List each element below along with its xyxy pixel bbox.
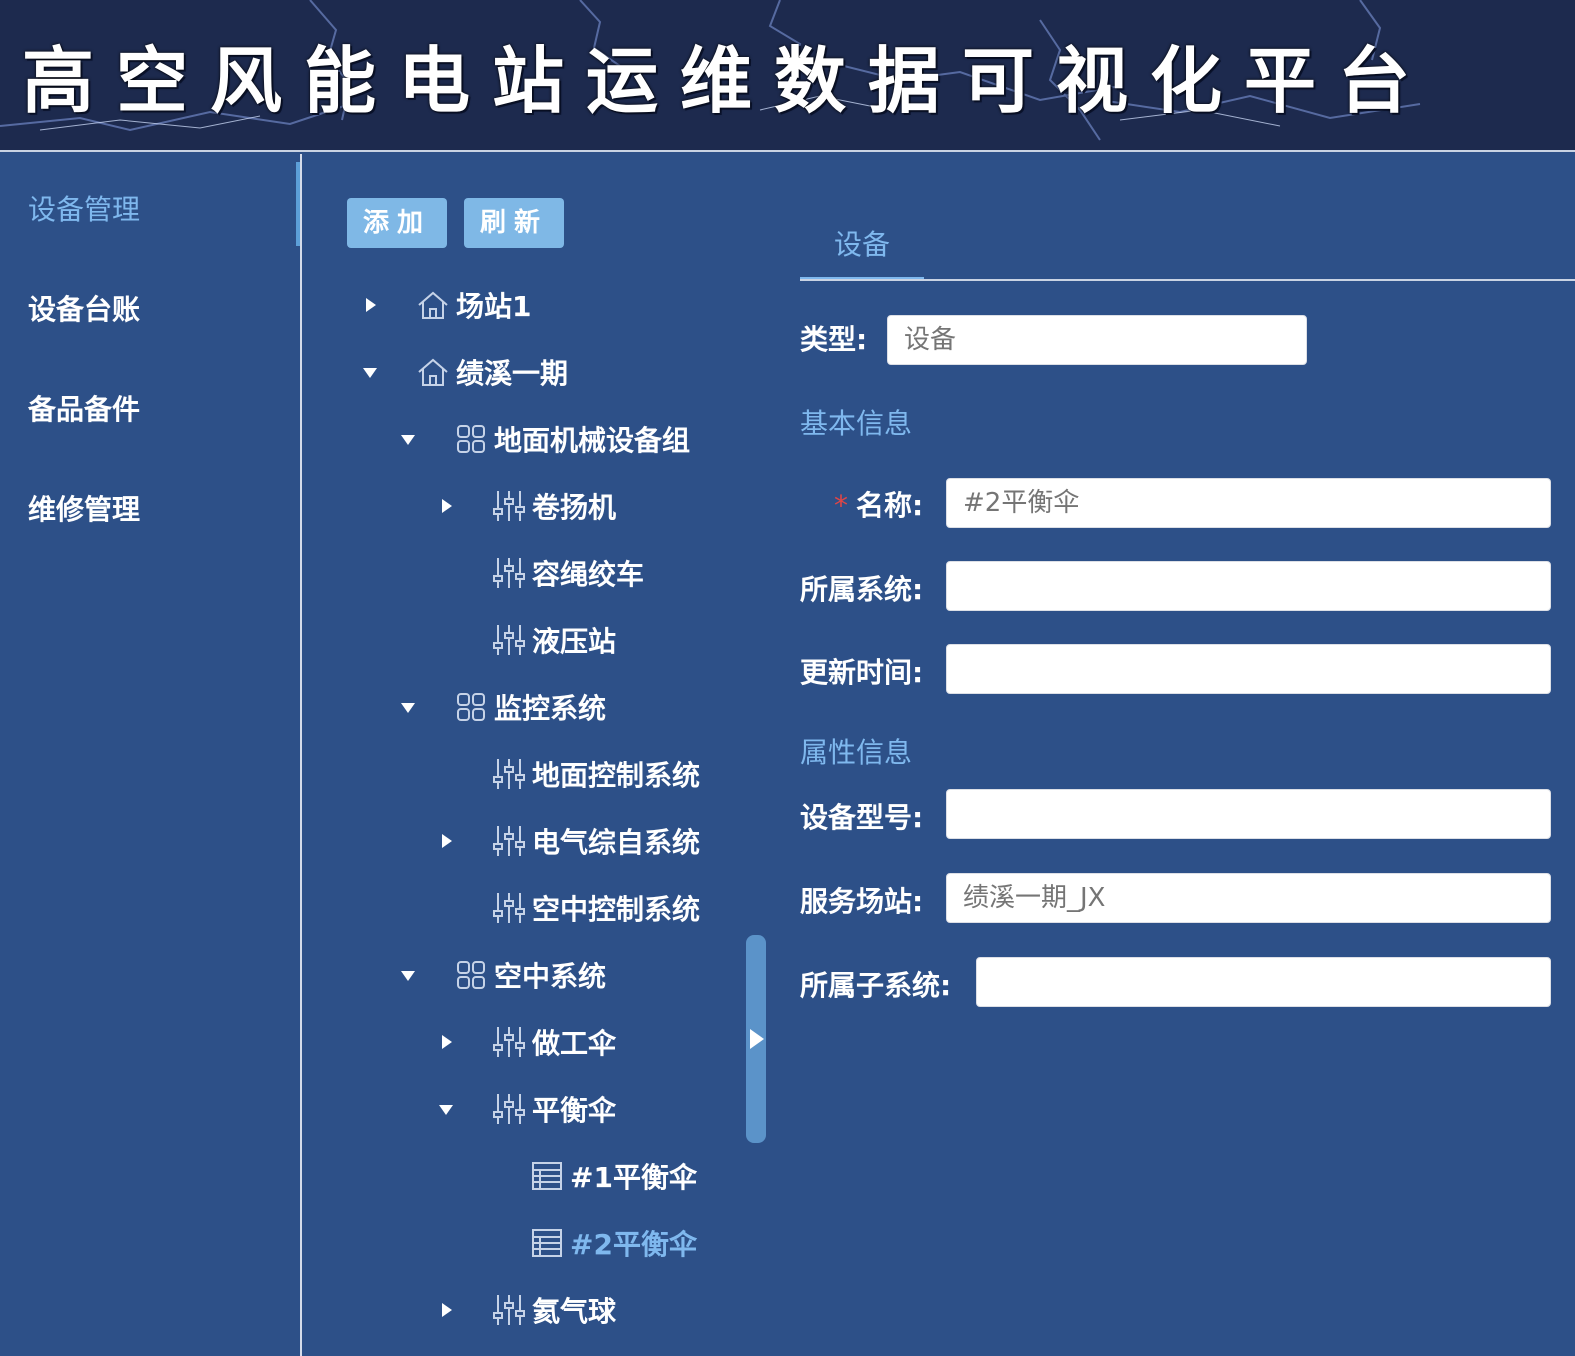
tree-node-label: 氦气球 bbox=[532, 1295, 617, 1328]
updated-time-field[interactable] bbox=[946, 644, 1551, 694]
tab-divider bbox=[800, 279, 1575, 281]
tree-node-selected[interactable]: #2平衡伞 bbox=[476, 1218, 697, 1268]
app-header: 高空风能电站运维数据可视化平台 bbox=[0, 0, 1575, 152]
sidebar-item-device-ledger[interactable]: 设备台账 bbox=[28, 288, 140, 328]
type-field[interactable] bbox=[887, 315, 1307, 365]
sidebar-active-indicator bbox=[296, 162, 300, 246]
caret-down-icon[interactable] bbox=[400, 698, 418, 716]
equipment-icon bbox=[492, 891, 526, 925]
tree-node[interactable]: 电气综自系统 bbox=[438, 816, 700, 866]
tree-node-label: 地面机械设备组 bbox=[494, 424, 691, 457]
tree-node[interactable]: 空中控制系统 bbox=[438, 883, 700, 933]
tree-node-label: 卷扬机 bbox=[532, 491, 617, 524]
add-button[interactable]: 添加 bbox=[347, 198, 447, 248]
tree-node[interactable]: 平衡伞 bbox=[438, 1084, 616, 1134]
caret-right-icon[interactable] bbox=[362, 296, 380, 314]
tree-node-label: 平衡伞 bbox=[532, 1094, 617, 1127]
caret-down-icon[interactable] bbox=[362, 363, 380, 381]
tree-node-label: #1平衡伞 bbox=[570, 1161, 697, 1194]
caret-down-icon[interactable] bbox=[400, 966, 418, 984]
service-station-field[interactable] bbox=[946, 873, 1551, 923]
name-field[interactable] bbox=[946, 478, 1551, 528]
name-label: 名称: bbox=[856, 489, 924, 522]
tree-node[interactable]: 液压站 bbox=[438, 615, 616, 665]
caret-placeholder bbox=[476, 1234, 494, 1252]
service-station-label: 服务场站: bbox=[800, 885, 924, 918]
caret-placeholder bbox=[438, 631, 456, 649]
caret-placeholder bbox=[476, 1167, 494, 1185]
tree-node[interactable]: 容绳绞车 bbox=[438, 548, 644, 598]
sidebar bbox=[0, 154, 302, 1356]
refresh-button[interactable]: 刷新 bbox=[464, 198, 564, 248]
tree-node-label: 做工伞 bbox=[532, 1027, 617, 1060]
caret-right-icon[interactable] bbox=[438, 497, 456, 515]
tree-node-label: 液压站 bbox=[532, 625, 617, 658]
tree-node-label: 空中系统 bbox=[494, 960, 607, 993]
sidebar-item-device-management[interactable]: 设备管理 bbox=[28, 188, 140, 228]
required-mark: * bbox=[834, 489, 848, 522]
attribute-info-heading: 属性信息 bbox=[800, 736, 913, 769]
tree-node-label: 地面控制系统 bbox=[532, 759, 701, 792]
caret-down-icon[interactable] bbox=[400, 430, 418, 448]
tree-node-label: 空中控制系统 bbox=[532, 893, 701, 926]
subsystem-field[interactable] bbox=[976, 957, 1551, 1007]
caret-placeholder bbox=[438, 564, 456, 582]
device-icon bbox=[530, 1226, 564, 1260]
system-label: 所属系统: bbox=[800, 573, 924, 606]
tree-node-label: 绩溪一期 bbox=[456, 357, 569, 390]
equipment-icon bbox=[492, 824, 526, 858]
caret-placeholder bbox=[438, 765, 456, 783]
equipment-icon bbox=[492, 757, 526, 791]
equipment-icon bbox=[492, 623, 526, 657]
tree-node-label: #2平衡伞 bbox=[570, 1228, 697, 1261]
station-icon bbox=[416, 288, 450, 322]
tree-node-label: 监控系统 bbox=[494, 692, 607, 725]
sidebar-item-maintenance[interactable]: 维修管理 bbox=[28, 488, 140, 528]
equipment-icon bbox=[492, 489, 526, 523]
panel-collapse-handle[interactable] bbox=[746, 935, 766, 1143]
station-icon bbox=[416, 355, 450, 389]
caret-right-icon[interactable] bbox=[438, 832, 456, 850]
tree-node-label: 电气综自系统 bbox=[532, 826, 701, 859]
page-title: 高空风能电站运维数据可视化平台 bbox=[22, 39, 1433, 123]
caret-right-icon[interactable] bbox=[438, 1033, 456, 1051]
caret-down-icon[interactable] bbox=[438, 1100, 456, 1118]
equipment-icon bbox=[492, 1025, 526, 1059]
tree-node[interactable]: 地面控制系统 bbox=[438, 749, 700, 799]
tree-node[interactable]: 场站1 bbox=[362, 280, 531, 330]
tree-node[interactable]: 地面机械设备组 bbox=[400, 414, 690, 464]
sidebar-item-spare-parts[interactable]: 备品备件 bbox=[28, 388, 140, 428]
tree-node[interactable]: 绩溪一期 bbox=[362, 347, 568, 397]
updated-time-label: 更新时间: bbox=[800, 656, 924, 689]
equipment-icon bbox=[492, 1092, 526, 1126]
equipment-icon bbox=[492, 1293, 526, 1327]
group-icon bbox=[454, 690, 488, 724]
group-icon bbox=[454, 422, 488, 456]
model-field[interactable] bbox=[946, 789, 1551, 839]
name-label-wrapper: * 名称: bbox=[834, 484, 923, 524]
equipment-icon bbox=[492, 556, 526, 590]
device-icon bbox=[530, 1159, 564, 1193]
tree-node[interactable]: 空中系统 bbox=[400, 950, 606, 1000]
caret-right-icon[interactable] bbox=[438, 1301, 456, 1319]
basic-info-heading: 基本信息 bbox=[800, 407, 913, 440]
tree-node[interactable]: 卷扬机 bbox=[438, 481, 616, 531]
tree-node[interactable]: 做工伞 bbox=[438, 1017, 616, 1067]
system-field[interactable] bbox=[946, 561, 1551, 611]
model-label: 设备型号: bbox=[800, 801, 924, 834]
caret-placeholder bbox=[438, 899, 456, 917]
subsystem-label: 所属子系统: bbox=[800, 969, 952, 1002]
tree-node[interactable]: 氦气球 bbox=[438, 1285, 616, 1335]
tree-node-label: 场站1 bbox=[456, 290, 532, 323]
type-label: 类型: bbox=[800, 323, 868, 356]
tab-device[interactable]: 设备 bbox=[800, 222, 924, 280]
tree-node[interactable]: 监控系统 bbox=[400, 682, 606, 732]
tree-node-label: 容绳绞车 bbox=[532, 558, 645, 591]
group-icon bbox=[454, 958, 488, 992]
tree-node[interactable]: #1平衡伞 bbox=[476, 1151, 697, 1201]
